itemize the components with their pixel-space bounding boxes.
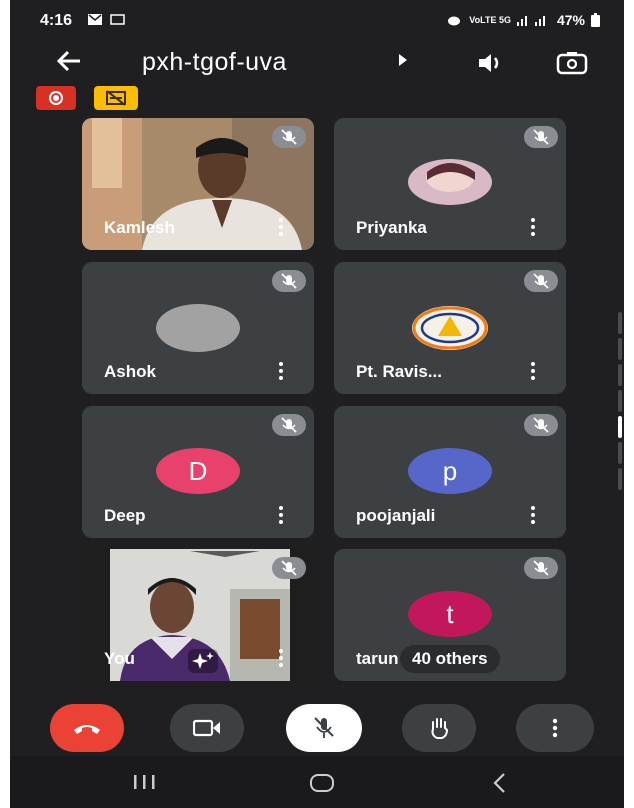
mic-off-icon bbox=[314, 717, 334, 738]
participant-tile-poojanjali[interactable]: p poojanjali bbox=[334, 406, 566, 538]
participant-name: Pt. Ravis... bbox=[356, 362, 442, 381]
muted-mic-icon bbox=[524, 126, 558, 148]
status-bar: 4:16 VoLTE 5G 47% bbox=[10, 0, 624, 40]
participant-name: Ashok bbox=[104, 362, 156, 381]
more-vert-icon bbox=[552, 718, 558, 738]
scrollbar-thumb[interactable] bbox=[618, 416, 622, 438]
effects-sparkle-icon[interactable] bbox=[188, 649, 218, 673]
muted-mic-icon bbox=[272, 557, 306, 579]
participant-tile-you[interactable]: You bbox=[82, 549, 314, 681]
priyanka-avatar bbox=[408, 159, 492, 205]
meet-screen: 4:16 VoLTE 5G 47% pxh-tgof-uva Kamlesh P… bbox=[10, 0, 624, 808]
recording-badge[interactable] bbox=[36, 86, 76, 110]
participant-name: Kamlesh bbox=[104, 218, 175, 237]
flip-camera-icon[interactable] bbox=[556, 50, 588, 76]
participant-tile-tarun[interactable]: t tarun 40 others bbox=[334, 549, 566, 681]
mail-icon bbox=[88, 14, 102, 25]
status-right: VoLTE 5G 47% bbox=[445, 12, 600, 28]
participant-name: Priyanka bbox=[356, 218, 427, 237]
cast-icon bbox=[110, 14, 125, 25]
status-time: 4:16 bbox=[40, 12, 73, 29]
more-options-icon[interactable] bbox=[278, 218, 284, 236]
raise-hand-button[interactable] bbox=[402, 704, 476, 752]
camera-button[interactable] bbox=[170, 704, 244, 752]
muted-mic-icon bbox=[272, 270, 306, 292]
network-label: VoLTE 5G bbox=[469, 15, 511, 25]
participant-tile-deep[interactable]: D Deep bbox=[82, 406, 314, 538]
battery-icon bbox=[591, 13, 600, 27]
participant-name: poojanjali bbox=[356, 506, 436, 525]
raise-hand-icon bbox=[431, 718, 449, 739]
muted-mic-icon bbox=[272, 414, 306, 436]
more-button[interactable] bbox=[516, 704, 594, 752]
muted-mic-icon bbox=[524, 270, 558, 292]
ravis-logo-avatar bbox=[412, 306, 488, 350]
participant-tile-ashok[interactable]: Ashok bbox=[82, 262, 314, 394]
end-call-icon bbox=[74, 725, 100, 734]
caret-right-icon[interactable] bbox=[398, 54, 408, 66]
participant-tile-pt-ravis[interactable]: Pt. Ravis... bbox=[334, 262, 566, 394]
muted-mic-icon bbox=[524, 414, 558, 436]
meeting-code[interactable]: pxh-tgof-uva bbox=[142, 48, 287, 77]
more-options-icon[interactable] bbox=[530, 218, 536, 236]
more-options-icon[interactable] bbox=[530, 506, 536, 524]
participant-tile-priyanka[interactable]: Priyanka bbox=[334, 118, 566, 250]
home-icon[interactable] bbox=[308, 772, 338, 794]
participant-name: You bbox=[104, 649, 135, 668]
meeting-top-bar: pxh-tgof-uva bbox=[10, 40, 624, 86]
deep-avatar: D bbox=[156, 448, 240, 494]
back-arrow-icon[interactable] bbox=[54, 46, 84, 82]
participant-name: tarun bbox=[356, 649, 399, 668]
tarun-avatar: t bbox=[408, 591, 492, 637]
muted-mic-icon bbox=[524, 557, 558, 579]
participant-tile-kamlesh[interactable]: Kamlesh bbox=[82, 118, 314, 250]
muted-mic-icon bbox=[272, 126, 306, 148]
captions-off-icon bbox=[106, 90, 126, 106]
signal-icon bbox=[516, 16, 545, 26]
camera-icon bbox=[193, 719, 220, 737]
mic-button[interactable] bbox=[286, 704, 362, 752]
more-options-icon[interactable] bbox=[278, 649, 284, 667]
back-nav-icon[interactable] bbox=[490, 772, 510, 794]
participant-name: Deep bbox=[104, 506, 146, 525]
battery-label: 47% bbox=[556, 12, 585, 28]
poojanjali-avatar: p bbox=[408, 448, 492, 494]
more-options-icon[interactable] bbox=[278, 506, 284, 524]
others-count-pill[interactable]: 40 others bbox=[400, 645, 500, 673]
captions-off-badge[interactable] bbox=[94, 86, 138, 110]
speaker-icon[interactable] bbox=[476, 50, 506, 76]
more-options-icon[interactable] bbox=[530, 362, 536, 380]
alarm-icon bbox=[448, 16, 461, 26]
recents-icon[interactable] bbox=[130, 772, 160, 792]
more-options-icon[interactable] bbox=[278, 362, 284, 380]
end-call-button[interactable] bbox=[50, 704, 124, 752]
system-nav-bar bbox=[10, 756, 624, 808]
ashok-avatar bbox=[156, 304, 240, 352]
